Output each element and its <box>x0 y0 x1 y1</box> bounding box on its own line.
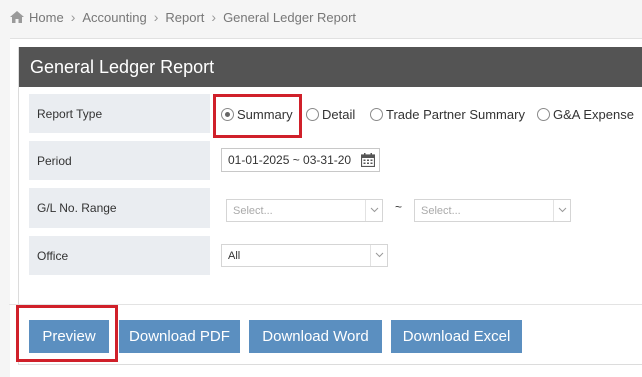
radio-trade-partner-summary[interactable]: Trade Partner Summary <box>370 107 525 122</box>
radio-trade-partner-summary-dot[interactable] <box>370 108 383 121</box>
chevron-down-icon[interactable] <box>370 245 387 266</box>
report-type-label: Report Type <box>29 94 210 133</box>
download-excel-button[interactable]: Download Excel <box>391 320 522 353</box>
breadcrumb-home[interactable]: Home <box>29 10 64 25</box>
panel-title: General Ledger Report <box>30 57 215 77</box>
panel-bottom-border <box>18 364 642 365</box>
download-word-button[interactable]: Download Word <box>249 320 382 353</box>
chevron-down-icon[interactable] <box>553 200 570 221</box>
breadcrumb-report[interactable]: Report <box>165 10 204 25</box>
radio-ga-expense[interactable]: G&A Expense <box>537 107 634 122</box>
breadcrumb-accounting[interactable]: Accounting <box>82 10 146 25</box>
calendar-icon[interactable] <box>361 153 375 167</box>
gl-range-to-select[interactable]: Select... <box>414 199 571 222</box>
office-label: Office <box>29 236 210 275</box>
gl-range-separator: ~ <box>395 200 403 214</box>
home-icon[interactable] <box>10 11 24 23</box>
breadcrumb: Home › Accounting › Report › General Led… <box>10 9 356 25</box>
breadcrumb-separator: › <box>211 9 217 25</box>
breadcrumb-current: General Ledger Report <box>223 9 357 25</box>
breadcrumb-separator: › <box>70 9 76 25</box>
radio-detail[interactable]: Detail <box>306 107 355 122</box>
radio-detail-dot[interactable] <box>306 108 319 121</box>
radio-ga-expense-dot[interactable] <box>537 108 550 121</box>
period-label: Period <box>29 141 210 180</box>
download-pdf-button[interactable]: Download PDF <box>119 320 240 353</box>
period-date-input[interactable]: 01-01-2025 ~ 03-31-20 <box>221 148 380 172</box>
gl-range-from-select[interactable]: Select... <box>226 199 383 222</box>
breadcrumb-separator: › <box>153 9 159 25</box>
office-select[interactable]: All <box>221 244 388 267</box>
preview-highlight-box <box>16 305 118 362</box>
summary-highlight-box <box>213 94 302 138</box>
chevron-down-icon[interactable] <box>365 200 382 221</box>
gl-range-label: G/L No. Range <box>29 188 210 228</box>
